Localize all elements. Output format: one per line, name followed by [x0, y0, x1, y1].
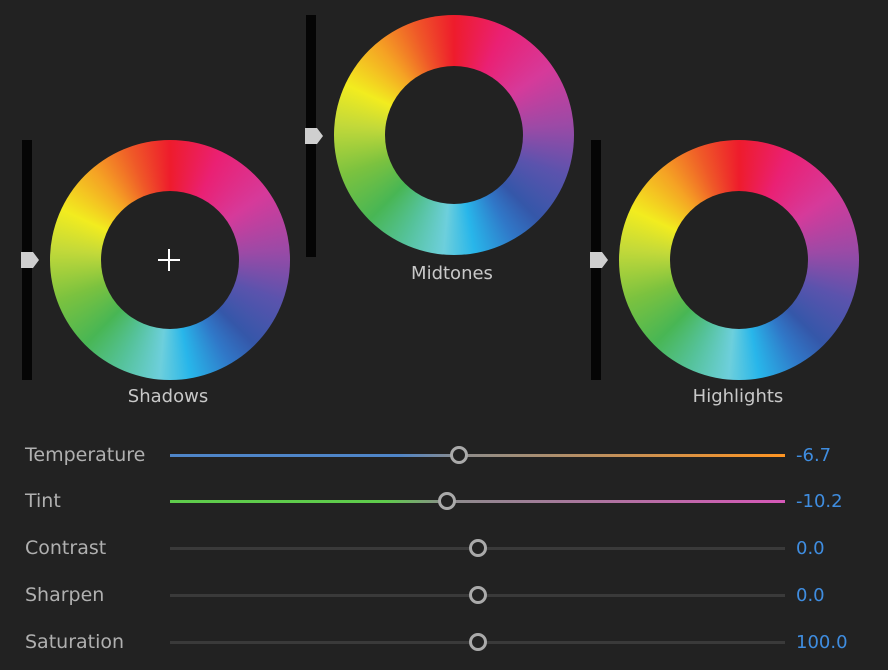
highlights-color-wheel[interactable]: [619, 140, 859, 380]
contrast-value[interactable]: 0.0: [796, 533, 825, 565]
shadows-label: Shadows: [127, 386, 209, 407]
saturation-value[interactable]: 100.0: [796, 627, 848, 659]
highlights-label: Highlights: [692, 386, 784, 407]
highlights-luminance-handle[interactable]: [590, 252, 608, 268]
sharpen-row: Sharpen 0.0: [0, 580, 888, 610]
temperature-label: Temperature: [25, 444, 146, 466]
tint-value[interactable]: -10.2: [796, 486, 843, 518]
sharpen-label: Sharpen: [25, 584, 105, 606]
contrast-thumb[interactable]: [468, 539, 487, 557]
tint-label: Tint: [25, 490, 61, 512]
sharpen-value[interactable]: 0.0: [796, 580, 825, 612]
temperature-thumb[interactable]: [450, 446, 469, 464]
midtones-luminance-handle[interactable]: [305, 128, 323, 144]
temperature-track[interactable]: [170, 454, 785, 457]
contrast-label: Contrast: [25, 537, 107, 559]
midtones-label: Midtones: [411, 263, 493, 284]
shadows-luminance-handle[interactable]: [21, 252, 39, 268]
temperature-row: Temperature -6.7: [0, 440, 888, 470]
shadows-crosshair-icon[interactable]: [158, 249, 180, 271]
contrast-row: Contrast 0.0: [0, 533, 888, 563]
tint-row: Tint -10.2: [0, 486, 888, 516]
saturation-thumb[interactable]: [468, 633, 487, 651]
saturation-label: Saturation: [25, 631, 125, 653]
tint-track[interactable]: [170, 500, 785, 503]
temperature-value[interactable]: -6.7: [796, 440, 831, 472]
sharpen-thumb[interactable]: [468, 586, 487, 604]
saturation-row: Saturation 100.0: [0, 627, 888, 657]
tint-thumb[interactable]: [437, 492, 456, 510]
midtones-color-wheel[interactable]: [334, 15, 574, 255]
